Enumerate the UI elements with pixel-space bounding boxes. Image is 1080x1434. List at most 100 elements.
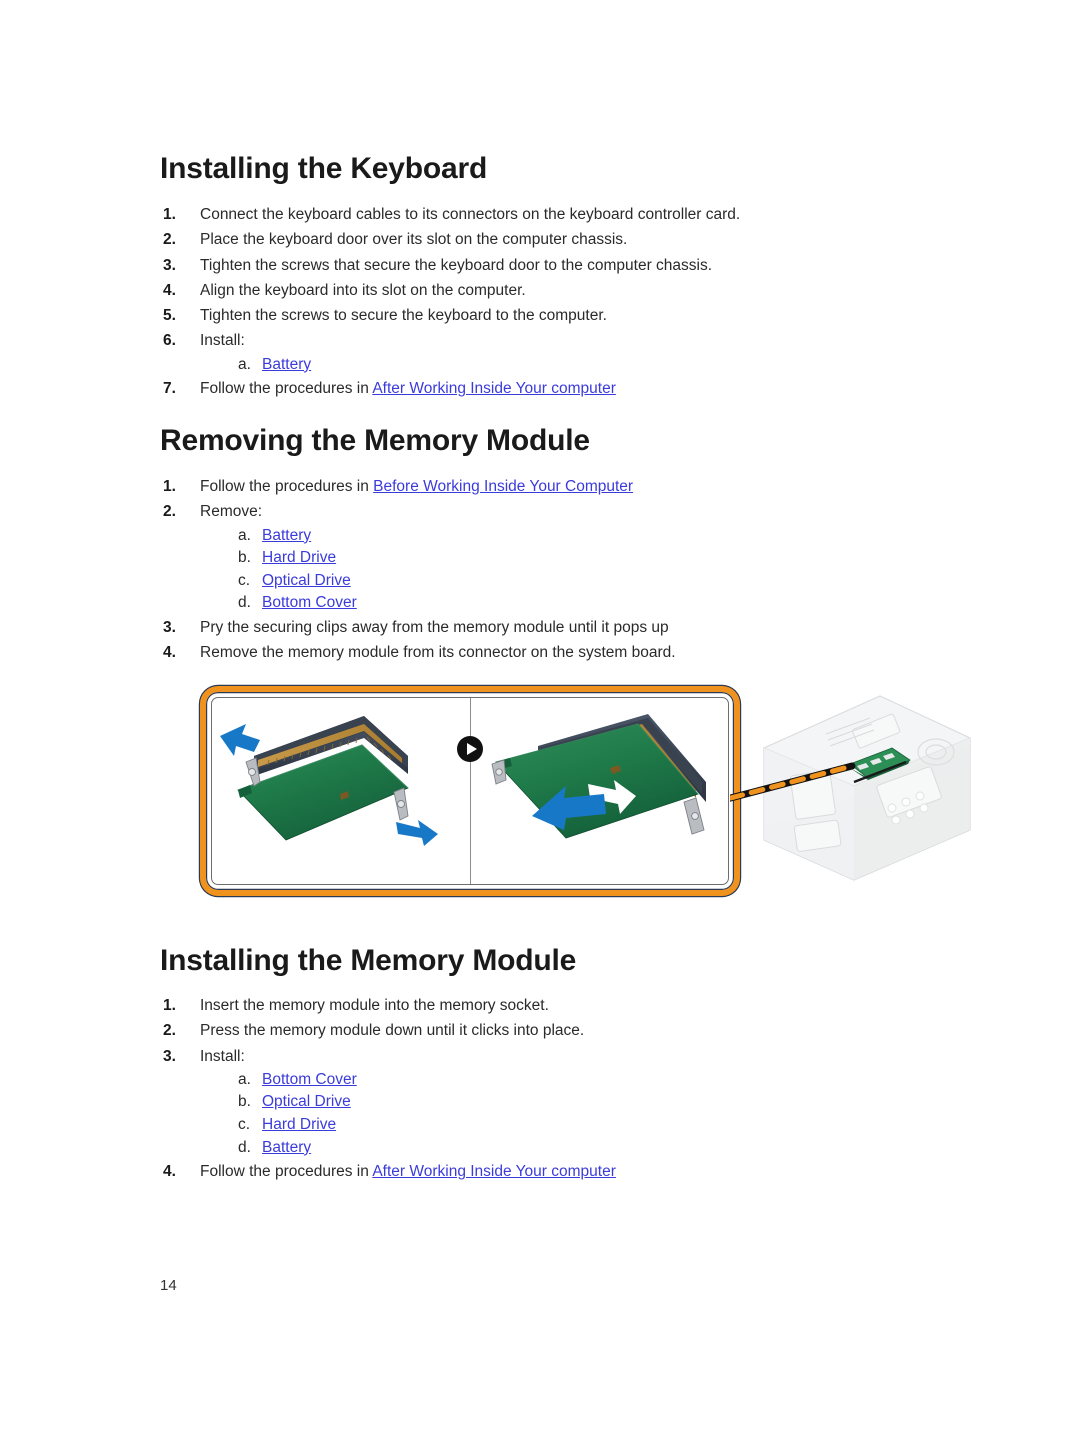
step-number: 1. — [163, 206, 176, 223]
step-number: 6. — [163, 332, 176, 350]
arrow-down-right — [396, 820, 438, 846]
list-item: 2. Remove: a. Battery b. Hard Drive c. O… — [160, 499, 960, 615]
sub-letter: b. — [238, 1093, 251, 1111]
list-item: 5. Tighten the screws to secure the keyb… — [160, 303, 960, 328]
page-number: 14 — [160, 1277, 177, 1294]
step-number: 4. — [163, 644, 176, 662]
page-title-installing-memory-module: Installing the Memory Module — [160, 944, 577, 977]
sub-letter: a. — [238, 1070, 251, 1088]
step-number: 2. — [163, 503, 176, 521]
securing-clip-right — [393, 787, 409, 821]
step-number: 3. — [163, 1047, 176, 1065]
link-battery[interactable]: Battery — [262, 1139, 311, 1156]
steps-removing-memory-module: 1. Follow the procedures in Before Worki… — [160, 474, 960, 666]
list-item: 1. Insert the memory module into the mem… — [160, 993, 960, 1018]
list-item: d. Battery — [200, 1137, 960, 1160]
list-item: 1. Connect the keyboard cables to its co… — [160, 202, 960, 227]
step-number: 4. — [163, 1163, 176, 1181]
link-bottom-cover[interactable]: Bottom Cover — [262, 594, 357, 611]
step-text: Pry the securing clips away from the mem… — [200, 618, 669, 636]
list-item: b. Hard Drive — [200, 547, 960, 570]
sub-list: a. Battery — [200, 354, 960, 377]
pry-clips-illustration — [220, 716, 438, 846]
step-text: Install: — [200, 1047, 245, 1065]
step-number: 7. — [163, 380, 176, 398]
pry-clips-panel — [212, 698, 470, 884]
list-item: 6. Install: a. Battery — [160, 328, 960, 376]
step-text: Align the keyboard into its slot on the … — [200, 281, 526, 299]
list-item: 4. Follow the procedures in After Workin… — [160, 1159, 960, 1184]
sub-letter: d. — [238, 1138, 251, 1156]
link-battery[interactable]: Battery — [262, 356, 311, 373]
step-number: 3. — [163, 618, 176, 636]
step-number: 1. — [163, 997, 176, 1014]
step-number: 2. — [163, 231, 176, 249]
step-number: 4. — [163, 281, 176, 299]
sub-list: a. Bottom Cover b. Optical Drive c. Hard… — [200, 1069, 960, 1159]
steps-installing-keyboard: 1. Connect the keyboard cables to its co… — [160, 202, 960, 402]
step-text: Follow the procedures in — [200, 380, 373, 398]
memory-module-removal-figure — [30, 684, 972, 904]
sub-letter: a. — [238, 526, 251, 544]
step-number: 2. — [163, 1022, 176, 1040]
step-text: Tighten the screws to secure the keyboar… — [200, 307, 607, 325]
page-title-removing-memory-module: Removing the Memory Module — [160, 424, 590, 457]
list-item: 2. Press the memory module down until it… — [160, 1018, 960, 1043]
remove-module-illustration — [491, 714, 706, 839]
list-item: 1. Follow the procedures in Before Worki… — [160, 474, 960, 499]
list-item: b. Optical Drive — [200, 1091, 960, 1114]
securing-clip-right — [683, 797, 705, 835]
list-item: 2. Place the keyboard door over its slot… — [160, 227, 960, 252]
sub-list: a. Battery b. Hard Drive c. Optical Driv… — [200, 525, 960, 615]
sub-letter: c. — [238, 1116, 251, 1134]
sub-letter: c. — [238, 571, 251, 589]
figure-frame-inner — [211, 697, 729, 885]
step-text: Press the memory module down until it cl… — [200, 1022, 585, 1040]
link-hard-drive[interactable]: Hard Drive — [262, 1116, 336, 1133]
step-number: 3. — [163, 256, 176, 274]
sub-letter: d. — [238, 594, 251, 612]
list-item: c. Hard Drive — [200, 1114, 960, 1137]
list-item: a. Battery — [200, 354, 960, 377]
list-item: 3. Pry the securing clips away from the … — [160, 615, 960, 640]
step-number: 5. — [163, 307, 176, 325]
step-number: 1. — [163, 478, 176, 495]
steps-installing-memory-module: 1. Insert the memory module into the mem… — [160, 993, 960, 1185]
list-item: 4. Remove the memory module from its con… — [160, 640, 960, 665]
list-item: d. Bottom Cover — [200, 592, 960, 615]
step-text: Follow the procedures in — [200, 1163, 373, 1181]
list-item: 4. Align the keyboard into its slot on t… — [160, 278, 960, 303]
link-hard-drive[interactable]: Hard Drive — [262, 549, 336, 566]
link-after-working-inside-your-computer[interactable]: After Working Inside Your computer — [372, 380, 616, 397]
step-text: Remove the memory module from its connec… — [200, 644, 676, 662]
list-item: 3. Install: a. Bottom Cover b. Optical D… — [160, 1044, 960, 1160]
list-item: c. Optical Drive — [200, 570, 960, 593]
list-item: 3. Tighten the screws that secure the ke… — [160, 253, 960, 278]
link-battery[interactable]: Battery — [262, 527, 311, 544]
link-optical-drive[interactable]: Optical Drive — [262, 572, 351, 589]
step-text: Place the keyboard door over its slot on… — [200, 231, 628, 249]
step-text: Follow the procedures in — [200, 478, 374, 495]
step-text: Remove: — [200, 503, 263, 521]
list-item: a. Battery — [200, 525, 960, 548]
figure-frame — [200, 686, 740, 896]
step-text: Insert the memory module into the memory… — [200, 997, 549, 1014]
document-page: Installing the Keyboard 1. Connect the k… — [0, 0, 1080, 1434]
remove-module-panel — [470, 698, 728, 884]
step-text: Install: — [200, 332, 245, 350]
sub-letter: a. — [238, 355, 251, 373]
page-title-installing-keyboard: Installing the Keyboard — [160, 152, 488, 185]
sub-letter: b. — [238, 549, 251, 567]
arrow-up-left — [220, 724, 260, 756]
securing-clip-left — [491, 759, 507, 785]
list-item: 7. Follow the procedures in After Workin… — [160, 376, 960, 401]
laptop-chassis-illustration — [666, 695, 972, 881]
link-bottom-cover[interactable]: Bottom Cover — [262, 1071, 357, 1088]
link-before-working-inside-your-computer[interactable]: Before Working Inside Your Computer — [373, 478, 633, 495]
link-optical-drive[interactable]: Optical Drive — [262, 1093, 351, 1110]
laptop-chassis-callout — [666, 690, 980, 890]
list-item: a. Bottom Cover — [200, 1069, 960, 1092]
step-text: Connect the keyboard cables to its conne… — [200, 206, 741, 223]
link-after-working-inside-your-computer[interactable]: After Working Inside Your computer — [372, 1163, 616, 1180]
step-text: Tighten the screws that secure the keybo… — [200, 256, 713, 274]
